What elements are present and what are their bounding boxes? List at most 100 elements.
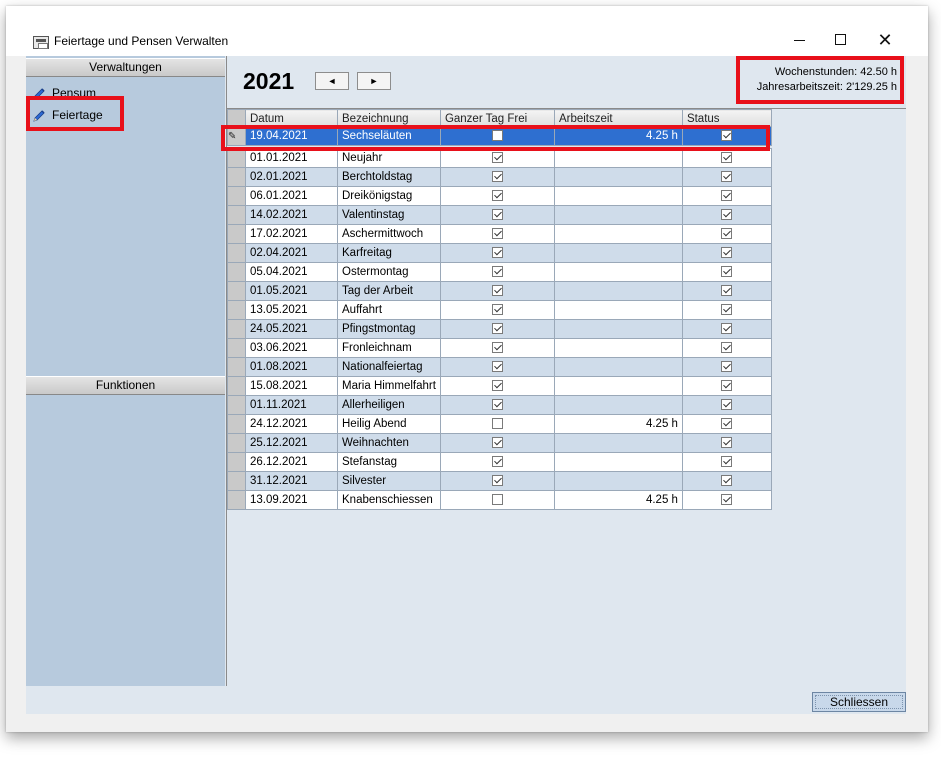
cell-bezeichnung[interactable]: Karfreitag — [337, 243, 441, 263]
cell-bezeichnung[interactable]: Dreikönigstag — [337, 186, 441, 206]
close-icon[interactable]: ✕ — [870, 30, 900, 50]
cell-datum[interactable]: 25.12.2021 — [245, 433, 338, 453]
cell-arbeitszeit[interactable]: 4.25 h — [553, 490, 683, 510]
checkbox[interactable] — [491, 456, 503, 468]
checkbox[interactable] — [491, 380, 503, 392]
cell-datum[interactable]: 13.09.2021 — [245, 490, 338, 510]
row-header[interactable] — [227, 186, 246, 206]
group-header-verwaltungen[interactable]: Verwaltungen — [26, 58, 225, 77]
row-header[interactable] — [227, 490, 246, 510]
cell-status[interactable] — [681, 376, 772, 396]
cell-status[interactable] — [681, 433, 772, 453]
checkbox[interactable] — [721, 304, 733, 316]
row-header[interactable] — [227, 319, 246, 339]
cell-bezeichnung[interactable]: Pfingstmontag — [337, 319, 441, 339]
cell-bezeichnung[interactable]: Ostermontag — [337, 262, 441, 282]
cell-status[interactable] — [681, 452, 772, 472]
cell-datum[interactable]: 02.04.2021 — [245, 243, 338, 263]
table-row[interactable]: 01.01.2021 Neujahr — [227, 148, 772, 168]
table-row[interactable]: 25.12.2021 Weihnachten — [227, 433, 772, 453]
table-row[interactable]: 24.12.2021 Heilig Abend 4.25 h — [227, 414, 772, 434]
cell-bezeichnung[interactable]: Aschermittwoch — [337, 224, 441, 244]
table-row[interactable]: 26.12.2021 Stefanstag — [227, 452, 772, 472]
row-header[interactable] — [227, 452, 246, 472]
checkbox[interactable] — [491, 342, 503, 354]
cell-datum[interactable]: 31.12.2021 — [245, 471, 338, 491]
table-row[interactable]: 24.05.2021 Pfingstmontag — [227, 319, 772, 339]
close-button[interactable]: Schliessen — [812, 692, 906, 712]
table-row[interactable]: 02.01.2021 Berchtoldstag — [227, 167, 772, 187]
cell-datum[interactable]: 15.08.2021 — [245, 376, 338, 396]
table-row[interactable]: 03.06.2021 Fronleichnam — [227, 338, 772, 358]
cell-datum[interactable]: 01.05.2021 — [245, 281, 338, 301]
cell-bezeichnung[interactable]: Tag der Arbeit — [337, 281, 441, 301]
cell-bezeichnung[interactable]: Silvester — [337, 471, 441, 491]
row-header[interactable] — [227, 433, 246, 453]
table-row[interactable]: 17.02.2021 Aschermittwoch — [227, 224, 772, 244]
checkbox[interactable] — [721, 171, 733, 183]
cell-bezeichnung[interactable]: Berchtoldstag — [337, 167, 441, 187]
row-header[interactable] — [227, 414, 246, 434]
checkbox[interactable] — [491, 190, 503, 202]
row-header[interactable] — [227, 243, 246, 263]
checkbox[interactable] — [491, 266, 503, 278]
checkbox[interactable] — [491, 285, 503, 297]
cell-status[interactable] — [681, 338, 772, 358]
cell-datum[interactable]: 01.08.2021 — [245, 357, 338, 377]
row-header[interactable] — [227, 148, 246, 168]
column-header-arbeitszeit[interactable]: Arbeitszeit — [553, 109, 683, 127]
cell-ganzer-tag-frei[interactable] — [439, 338, 555, 358]
group-header-funktionen[interactable]: Funktionen — [26, 376, 225, 395]
cell-arbeitszeit[interactable] — [553, 357, 683, 377]
cell-status[interactable] — [681, 243, 772, 263]
table-row[interactable]: 01.08.2021 Nationalfeiertag — [227, 357, 772, 377]
checkbox[interactable] — [721, 228, 733, 240]
checkbox[interactable] — [721, 209, 733, 221]
cell-bezeichnung[interactable]: Neujahr — [337, 148, 441, 168]
cell-status[interactable] — [681, 205, 772, 225]
cell-arbeitszeit[interactable] — [553, 281, 683, 301]
cell-status[interactable] — [681, 300, 772, 320]
row-header[interactable] — [227, 395, 246, 415]
checkbox[interactable] — [721, 323, 733, 335]
checkbox[interactable] — [491, 171, 503, 183]
cell-ganzer-tag-frei[interactable] — [439, 224, 555, 244]
cell-arbeitszeit[interactable] — [553, 205, 683, 225]
column-header-datum[interactable]: Datum — [245, 109, 338, 127]
checkbox[interactable] — [721, 494, 733, 506]
cell-arbeitszeit[interactable] — [553, 338, 683, 358]
checkbox[interactable] — [721, 456, 733, 468]
table-row[interactable]: 13.05.2021 Auffahrt — [227, 300, 772, 320]
checkbox[interactable] — [721, 380, 733, 392]
table-row[interactable]: 06.01.2021 Dreikönigstag — [227, 186, 772, 206]
cell-status[interactable] — [681, 262, 772, 282]
checkbox[interactable] — [491, 361, 503, 373]
table-row[interactable]: 31.12.2021 Silvester — [227, 471, 772, 491]
cell-arbeitszeit[interactable]: 4.25 h — [553, 414, 683, 434]
cell-ganzer-tag-frei[interactable] — [439, 281, 555, 301]
cell-datum[interactable]: 03.06.2021 — [245, 338, 338, 358]
checkbox[interactable] — [721, 437, 733, 449]
checkbox[interactable] — [491, 247, 503, 259]
cell-status[interactable] — [681, 319, 772, 339]
row-header[interactable] — [227, 357, 246, 377]
cell-status[interactable] — [681, 281, 772, 301]
cell-bezeichnung[interactable]: Stefanstag — [337, 452, 441, 472]
cell-ganzer-tag-frei[interactable] — [439, 376, 555, 396]
table-row[interactable]: 14.02.2021 Valentinstag — [227, 205, 772, 225]
cell-bezeichnung[interactable]: Nationalfeiertag — [337, 357, 441, 377]
cell-ganzer-tag-frei[interactable] — [439, 395, 555, 415]
row-header[interactable] — [227, 300, 246, 320]
checkbox[interactable] — [721, 399, 733, 411]
cell-datum[interactable]: 24.05.2021 — [245, 319, 338, 339]
cell-arbeitszeit[interactable] — [553, 452, 683, 472]
cell-status[interactable] — [681, 224, 772, 244]
cell-bezeichnung[interactable]: Knabenschiessen — [337, 490, 441, 510]
cell-arbeitszeit[interactable] — [553, 148, 683, 168]
checkbox[interactable] — [491, 323, 503, 335]
table-row[interactable]: 05.04.2021 Ostermontag — [227, 262, 772, 282]
cell-arbeitszeit[interactable] — [553, 395, 683, 415]
checkbox[interactable] — [721, 361, 733, 373]
cell-bezeichnung[interactable]: Maria Himmelfahrt — [337, 376, 441, 396]
table-row[interactable]: 01.05.2021 Tag der Arbeit — [227, 281, 772, 301]
